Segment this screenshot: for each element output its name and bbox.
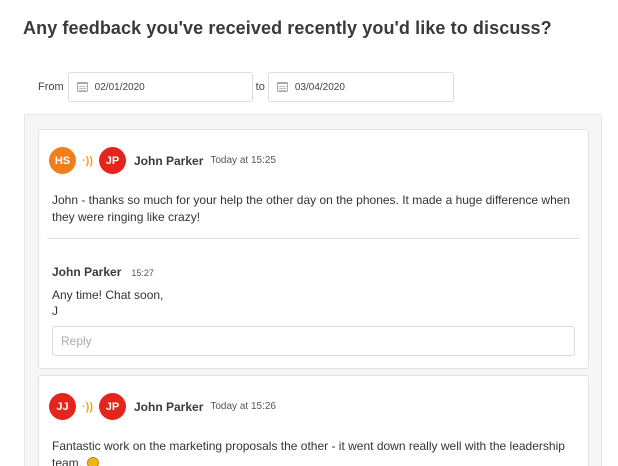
reply-author[interactable]: John Parker	[52, 265, 121, 279]
to-date-value: 03/04/2020	[294, 81, 345, 93]
avatar[interactable]: JJ	[49, 393, 76, 420]
date-filter: From 02/01/2020 to 03/04/2020	[38, 72, 454, 102]
feedback-message-text: Fantastic work on the marketing proposal…	[52, 439, 565, 466]
feedback-wave-icon: ·))	[82, 154, 93, 167]
reply-line: J	[52, 304, 58, 318]
page-title: Any feedback you've received recently yo…	[23, 18, 552, 38]
timestamp: Today at 15:26	[210, 401, 276, 412]
calendar-icon	[276, 82, 288, 92]
calendar-icon	[76, 82, 88, 92]
clapping-hands-emoji-icon	[87, 457, 100, 466]
feedback-message: John - thanks so much for your help the …	[52, 193, 571, 224]
feedback-header: JJ ·)) JP John Parker Today at 15:26	[49, 393, 276, 420]
reply-message: Any time! Chat soon, J	[52, 287, 163, 319]
from-date-value: 02/01/2020	[94, 81, 145, 93]
avatar[interactable]: JP	[99, 393, 126, 420]
reply-input[interactable]	[52, 326, 575, 356]
avatar[interactable]: JP	[99, 147, 126, 174]
reply-header: John Parker 15:27	[52, 265, 154, 279]
reply-line: Any time! Chat soon,	[52, 288, 164, 302]
timestamp: Today at 15:25	[210, 155, 276, 166]
to-date-field[interactable]: 03/04/2020	[267, 72, 454, 102]
from-date-field[interactable]: 02/01/2020	[67, 72, 253, 102]
feedback-message: Fantastic work on the marketing proposal…	[52, 438, 572, 466]
divider	[47, 238, 580, 239]
feedback-card: HS ·)) JP John Parker Today at 15:25 Joh…	[38, 129, 589, 369]
feedback-panel: HS ·)) JP John Parker Today at 15:25 Joh…	[24, 114, 602, 466]
recipient-name[interactable]: John Parker	[134, 154, 203, 168]
to-label: to	[255, 81, 265, 93]
recipient-name[interactable]: John Parker	[134, 400, 203, 414]
avatar[interactable]: HS	[49, 147, 76, 174]
reply-timestamp: 15:27	[131, 268, 154, 278]
feedback-wave-icon: ·))	[82, 400, 93, 413]
from-label: From	[38, 81, 64, 93]
feedback-header: HS ·)) JP John Parker Today at 15:25	[49, 147, 276, 174]
feedback-card: JJ ·)) JP John Parker Today at 15:26 Fan…	[38, 375, 589, 466]
